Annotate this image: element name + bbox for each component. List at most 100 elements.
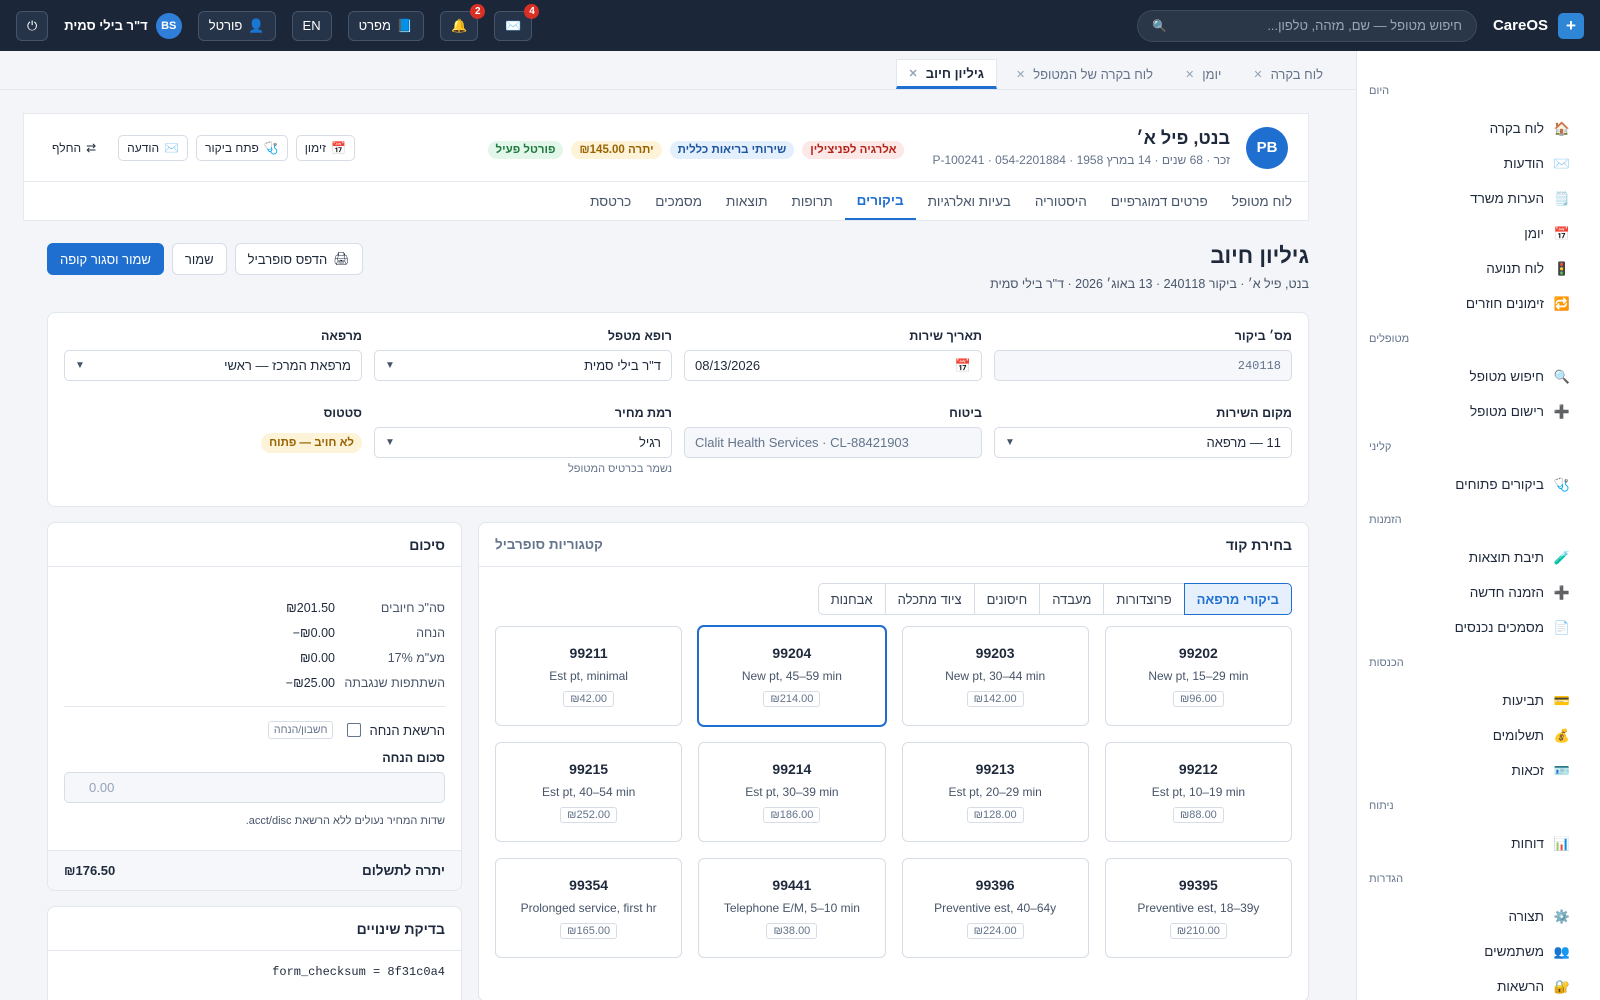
page-subtitle: בנט, פיל א׳ · ביקור 240118 · 13 באוג׳ 20… <box>990 277 1309 291</box>
place-select[interactable]: 11 — מרפאה ▼ <box>994 427 1292 458</box>
save-button[interactable]: שמור <box>171 243 227 275</box>
category-tab[interactable]: ביקורי מרפאה <box>1183 583 1292 615</box>
portal-button[interactable]: 👤 פורטל <box>197 10 276 41</box>
code-selection-panel: בחירת קוד קטגוריות סופרביל ביקורי מרפאה פ… <box>478 522 1309 1000</box>
sidebar-item[interactable]: 👥 משתמשים <box>1357 934 1600 969</box>
tab-label: גיליון חיוב <box>925 65 984 81</box>
service-date-value: 08/13/2026 <box>695 358 761 373</box>
subtab[interactable]: לוח מטופל <box>1220 182 1304 220</box>
subtab[interactable]: כרטסת <box>578 182 643 220</box>
code-description: Est pt, 40–54 min <box>541 785 636 799</box>
subtab[interactable]: היסטוריה <box>1023 182 1099 220</box>
workspace-tab[interactable]: גיליון חיוב ✕ <box>895 59 997 89</box>
visit-no-field: מס׳ ביקור 240118 <box>994 329 1292 381</box>
provider-select[interactable]: ד"ר בילי סמית ▼ <box>374 350 672 381</box>
mail-button[interactable]: ✉️ 4 <box>494 3 540 41</box>
global-search[interactable]: 🔍 <box>1136 9 1477 42</box>
brand[interactable]: + CareOS <box>1493 12 1584 39</box>
sidebar-item[interactable]: ⚙️ תצורה <box>1357 899 1600 934</box>
code-card[interactable]: 99203 New pt, 30–44 min ₪142.00 <box>901 626 1089 726</box>
summary-title: סיכום <box>48 523 461 567</box>
patient-flag-badge: שירותי בריאות כללית <box>669 140 795 159</box>
category-tab[interactable]: אבחנות <box>817 583 886 615</box>
code-card[interactable]: 99395 Preventive est, 18–39y ₪210.00 <box>1104 858 1292 958</box>
code-card[interactable]: 99396 Preventive est, 40–64y ₪224.00 <box>901 858 1089 958</box>
close-icon[interactable]: ✕ <box>1185 68 1194 81</box>
message-button[interactable]: ✉️ הודעה <box>118 134 189 161</box>
code-card[interactable]: 99215 Est pt, 40–54 min ₪252.00 <box>495 742 683 842</box>
calendar-icon[interactable]: 📅 <box>955 358 971 374</box>
close-icon[interactable]: ✕ <box>1016 68 1025 81</box>
sidebar-item[interactable]: 📊 דוחות <box>1357 826 1600 861</box>
sidebar-section-title: היום <box>1369 85 1390 97</box>
code-number: 99213 <box>975 761 1015 777</box>
service-date-input[interactable]: 08/13/2026 📅 <box>684 350 982 381</box>
sidebar-item[interactable]: 💰 תשלומים <box>1357 718 1600 753</box>
code-description: Prolonged service, first hr <box>520 901 657 915</box>
workspace-tab[interactable]: לוח בקרה של המטופל ✕ <box>1003 59 1166 89</box>
manual-button[interactable]: 📘 מפרט <box>347 10 425 41</box>
sidebar-item[interactable]: 🧪 תיבת תוצאות <box>1357 540 1600 575</box>
category-tab[interactable]: ציוד מתכלה <box>884 583 975 615</box>
clinic-select[interactable]: מרפאת המרכז — ראשי ▼ <box>64 350 362 381</box>
subtab[interactable]: פרטים דמוגרפיים <box>1099 182 1220 220</box>
subtab[interactable]: תוצאות <box>714 182 780 220</box>
summary-row-value: −₪0.00 <box>292 625 335 640</box>
tab-label: לוח בקרה <box>1270 67 1323 82</box>
code-card[interactable]: 99204 New pt, 45–59 min ₪214.00 <box>698 626 886 726</box>
visit-no-value: 240118 <box>1237 358 1281 373</box>
close-icon[interactable]: ✕ <box>1253 68 1262 81</box>
category-tab[interactable]: מעבדה <box>1039 583 1105 615</box>
sidebar-item[interactable]: 💳 תביעות <box>1357 683 1600 718</box>
search-input[interactable] <box>1174 18 1462 33</box>
language-button[interactable]: EN <box>291 10 332 41</box>
workspace-tab[interactable]: יומן ✕ <box>1172 59 1234 89</box>
sidebar-icon: 🚦 <box>1553 260 1570 276</box>
switch-patient-button[interactable]: ⇄ החלף <box>44 134 105 161</box>
code-card[interactable]: 99211 Est pt, minimal ₪42.00 <box>495 626 683 726</box>
sidebar-item[interactable]: 🚦 לוח תנועה <box>1357 251 1600 286</box>
schedule-button[interactable]: 📅 זימון <box>295 134 355 161</box>
sidebar-item[interactable]: ✉️ הודעות <box>1357 146 1600 181</box>
category-tab[interactable]: פרוצדורות <box>1103 583 1185 615</box>
code-card[interactable]: 99213 Est pt, 20–29 min ₪128.00 <box>901 742 1089 842</box>
subtab[interactable]: תרופות <box>780 182 845 220</box>
subtab[interactable]: בעיות ואלרגיות <box>916 182 1023 220</box>
subtab[interactable]: ביקורים <box>844 182 916 220</box>
sidebar-item[interactable]: 🔍 חיפוש מטופל <box>1357 359 1600 394</box>
subtab[interactable]: מסמכים <box>643 182 714 220</box>
code-card[interactable]: 99214 Est pt, 30–39 min ₪186.00 <box>698 742 886 842</box>
category-tab[interactable]: חיסונים <box>973 583 1041 615</box>
workspace-tab[interactable]: לוח בקרה ✕ <box>1240 59 1336 89</box>
price-level-select[interactable]: רגיל ▼ <box>374 427 672 458</box>
sidebar-item[interactable]: ➕ רישום מטופל <box>1357 394 1600 429</box>
sidebar-item[interactable]: 🪪 זכאות <box>1357 753 1600 788</box>
sidebar-item[interactable]: 🩺 ביקורים פתוחים <box>1357 467 1600 502</box>
form-checksum: form_checksum = 8f31c0a4 <box>272 965 445 979</box>
balance-label: יתרה לתשלום <box>362 863 445 878</box>
sidebar-icon: 💳 <box>1553 692 1570 708</box>
print-superbill-button[interactable]: 🖨 הדפס סופרביל <box>234 243 363 275</box>
sidebar-item[interactable]: 🏠 לוח בקרה <box>1357 111 1600 146</box>
logout-button[interactable]: ⏻ <box>16 10 49 41</box>
sidebar-item[interactable]: ➕ הזמנה חדשה <box>1357 575 1600 610</box>
code-number: 99441 <box>772 877 812 893</box>
code-card[interactable]: 99354 Prolonged service, first hr ₪165.00 <box>495 858 683 958</box>
open-visit-button[interactable]: 🩺 פתח ביקור <box>196 134 288 161</box>
sidebar-item[interactable]: 🔁 זימונים חוזרים <box>1357 286 1600 321</box>
notifications-button[interactable]: 🔔 2 <box>440 3 486 41</box>
code-price: ₪96.00 <box>1172 691 1224 707</box>
top-bar: + CareOS 🔍 ✉️ 4 🔔 2 📘 מפרט EN 👤 פורטל BS… <box>0 0 1600 51</box>
close-icon[interactable]: ✕ <box>909 67 918 80</box>
save-close-button[interactable]: שמור וסגור קופה <box>47 243 164 275</box>
code-card[interactable]: 99202 New pt, 15–29 min ₪96.00 <box>1104 626 1292 726</box>
code-card[interactable]: 99441 Telephone E/M, 5–10 min ₪38.00 <box>698 858 886 958</box>
code-card[interactable]: 99212 Est pt, 10–19 min ₪88.00 <box>1104 742 1292 842</box>
discount-permission-checkbox[interactable] <box>347 723 362 737</box>
sidebar-item[interactable]: 🔐 הרשאות <box>1357 969 1600 1000</box>
sidebar-item[interactable]: 📄 מסמכים נכנסים <box>1357 610 1600 645</box>
sidebar-item[interactable]: 🗒️ הערות משרד <box>1357 181 1600 216</box>
code-number: 99211 <box>569 645 608 661</box>
sidebar-item[interactable]: 📅 יומן <box>1357 216 1600 251</box>
user-menu[interactable]: BS ד"ר בילי סמית <box>64 12 182 39</box>
